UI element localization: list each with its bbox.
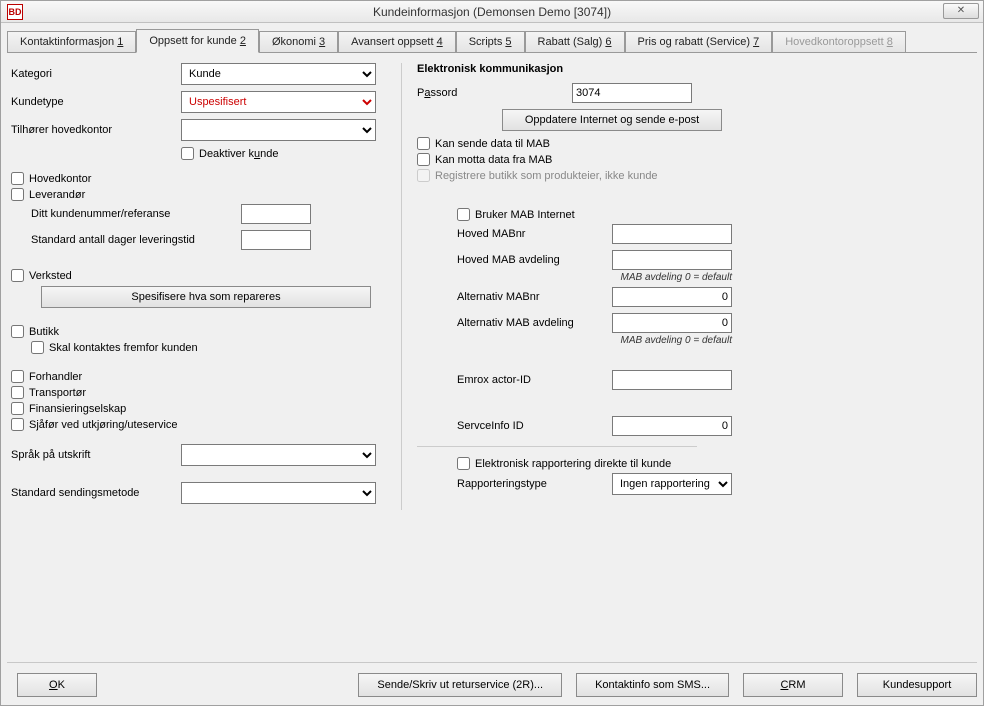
finansieringselskap-label: Finansieringselskap [29, 403, 126, 415]
registrere-butikk-label: Registrere butikk som produkteier, ikke … [435, 170, 658, 182]
tab-scripts[interactable]: Scripts 5 [456, 31, 525, 52]
elektronisk-rapportering-checkbox[interactable] [457, 457, 470, 470]
tab-avansert-oppsett[interactable]: Avansert oppsett 4 [338, 31, 456, 52]
oppdatere-internet-button[interactable]: Oppdatere Internet og sende e-post [502, 109, 722, 131]
crm-button[interactable]: CRM [743, 673, 843, 697]
sendingsmetode-label: Standard sendingsmetode [11, 487, 181, 499]
ok-button[interactable]: OK [17, 673, 97, 697]
alt-mab-avdeling-label: Alternativ MAB avdeling [417, 317, 612, 329]
tab-hovedkontoroppsett: Hovedkontoroppsett 8 [772, 31, 906, 52]
finansieringselskap-checkbox[interactable] [11, 402, 24, 415]
lev-kundenr-input[interactable] [241, 204, 311, 224]
window-title: Kundeinformasjon (Demonsen Demo [3074]) [1, 5, 983, 19]
serviceinfo-id-input[interactable] [612, 416, 732, 436]
kan-motta-mab-checkbox[interactable] [417, 153, 430, 166]
emrox-actor-id-label: Emrox actor-ID [417, 374, 612, 386]
hoved-mabnr-label: Hoved MABnr [417, 228, 612, 240]
verksted-checkbox[interactable] [11, 269, 24, 282]
butikk-checkbox[interactable] [11, 325, 24, 338]
alt-mab-avdeling-input[interactable] [612, 313, 732, 333]
elektronisk-rapportering-label: Elektronisk rapportering direkte til kun… [475, 458, 671, 470]
kategori-label: Kategori [11, 68, 181, 80]
passord-label: Passord [417, 87, 572, 99]
serviceinfo-id-label: ServceInfo ID [417, 420, 612, 432]
alt-mabnr-label: Alternativ MABnr [417, 291, 612, 303]
alt-mabnr-input[interactable] [612, 287, 732, 307]
kontaktinfo-sms-button[interactable]: Kontaktinfo som SMS... [576, 673, 729, 697]
tilhorer-hovedkontor-label: Tilhører hovedkontor [11, 124, 181, 136]
content-area: Kategori Kunde Kundetype Uspesifisert Ti… [1, 53, 983, 510]
sprak-select[interactable] [181, 444, 376, 466]
tilhorer-hovedkontor-select[interactable] [181, 119, 376, 141]
deaktiver-kunde-label: Deaktiver kunde [199, 148, 279, 160]
lev-dager-label: Standard antall dager leveringstid [31, 234, 241, 246]
kan-motta-mab-label: Kan motta data fra MAB [435, 154, 552, 166]
kan-sende-mab-label: Kan sende data til MAB [435, 138, 550, 150]
verksted-label: Verksted [29, 270, 72, 282]
hovedkontor-checkbox[interactable] [11, 172, 24, 185]
butikk-label: Butikk [29, 326, 59, 338]
right-column: Elektronisk kommunikasjon Passord Oppdat… [401, 63, 973, 510]
forhandler-label: Forhandler [29, 371, 82, 383]
leverandor-checkbox[interactable] [11, 188, 24, 201]
bruker-mab-internet-label: Bruker MAB Internet [475, 209, 575, 221]
butikk-kontaktes-checkbox[interactable] [31, 341, 44, 354]
tab-bar: Kontaktinformasjon 1 Oppsett for kunde 2… [7, 29, 977, 53]
tab-okonomi[interactable]: Økonomi 3 [259, 31, 338, 52]
hovedkontor-label: Hovedkontor [29, 173, 91, 185]
lev-dager-input[interactable] [241, 230, 311, 250]
transportor-checkbox[interactable] [11, 386, 24, 399]
sjafor-label: Sjåfør ved utkjøring/uteservice [29, 419, 178, 431]
kundetype-label: Kundetype [11, 96, 181, 108]
lev-kundenr-label: Ditt kundenummer/referanse [31, 208, 241, 220]
tab-oppsett-for-kunde[interactable]: Oppsett for kunde 2 [136, 29, 259, 53]
mab-avdeling-hint-1: MAB avdeling 0 = default [612, 272, 732, 283]
window: BD Kundeinformasjon (Demonsen Demo [3074… [0, 0, 984, 706]
kan-sende-mab-checkbox[interactable] [417, 137, 430, 150]
left-column: Kategori Kunde Kundetype Uspesifisert Ti… [11, 63, 401, 510]
titlebar: BD Kundeinformasjon (Demonsen Demo [3074… [1, 1, 983, 23]
emrox-actor-id-input[interactable] [612, 370, 732, 390]
tab-pris-og-rabatt-service[interactable]: Pris og rabatt (Service) 7 [625, 31, 773, 52]
deaktiver-kunde-checkbox[interactable] [181, 147, 194, 160]
mab-avdeling-hint-2: MAB avdeling 0 = default [612, 335, 732, 346]
registrere-butikk-checkbox [417, 169, 430, 182]
butikk-kontaktes-label: Skal kontaktes fremfor kunden [49, 342, 198, 354]
rapporteringstype-label: Rapporteringstype [417, 478, 612, 490]
spesifisere-repareres-button[interactable]: Spesifisere hva som repareres [41, 286, 371, 308]
transportor-label: Transportør [29, 387, 86, 399]
bottom-bar: OK Sende/Skriv ut returservice (2R)... K… [7, 662, 977, 697]
elektronisk-kommunikasjon-header: Elektronisk kommunikasjon [417, 63, 973, 75]
kundetype-select[interactable]: Uspesifisert [181, 91, 376, 113]
app-icon: BD [7, 4, 23, 20]
close-icon[interactable]: ✕ [943, 3, 979, 19]
passord-input[interactable] [572, 83, 692, 103]
tab-kontaktinformasjon[interactable]: Kontaktinformasjon 1 [7, 31, 136, 52]
kundesupport-button[interactable]: Kundesupport [857, 673, 977, 697]
bruker-mab-internet-checkbox[interactable] [457, 208, 470, 221]
forhandler-checkbox[interactable] [11, 370, 24, 383]
kategori-select[interactable]: Kunde [181, 63, 376, 85]
sende-returservice-button[interactable]: Sende/Skriv ut returservice (2R)... [358, 673, 562, 697]
sprak-label: Språk på utskrift [11, 449, 181, 461]
hoved-mab-avdeling-input[interactable] [612, 250, 732, 270]
hoved-mabnr-input[interactable] [612, 224, 732, 244]
hoved-mab-avdeling-label: Hoved MAB avdeling [417, 254, 612, 266]
tab-rabatt-salg[interactable]: Rabatt (Salg) 6 [525, 31, 625, 52]
sjafor-checkbox[interactable] [11, 418, 24, 431]
rapporteringstype-select[interactable]: Ingen rapportering [612, 473, 732, 495]
sendingsmetode-select[interactable] [181, 482, 376, 504]
leverandor-label: Leverandør [29, 189, 85, 201]
